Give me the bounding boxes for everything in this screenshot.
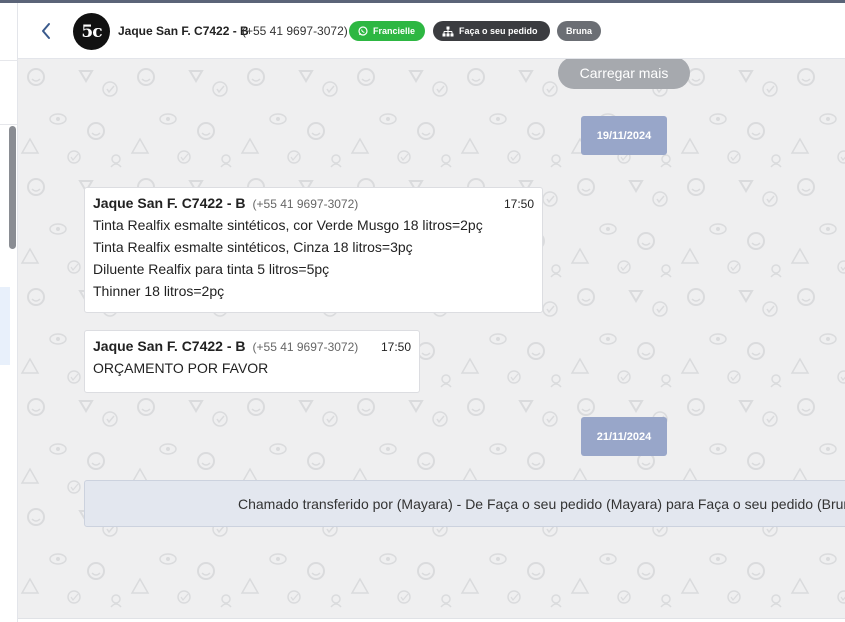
- message-line: Thinner 18 litros=2pç: [93, 283, 225, 299]
- message-line: Tinta Realfix esmalte sintéticos, cor Ve…: [93, 217, 483, 233]
- selected-conversation-highlight[interactable]: [0, 287, 10, 365]
- contact-phone: (+55 41 9697-3072): [242, 24, 348, 38]
- message-line: ORÇAMENTO POR FAVOR: [93, 360, 269, 376]
- tag-label: Bruna: [565, 26, 592, 36]
- divider: [0, 124, 18, 125]
- message-sender-phone: (+55 41 9697-3072): [252, 197, 359, 211]
- message-sender: Jaque San F. C7422 - B: [93, 195, 246, 211]
- chevron-left-icon: [42, 23, 50, 39]
- message-bubble[interactable]: Jaque San F. C7422 - B (+55 41 9697-3072…: [84, 187, 543, 313]
- back-button[interactable]: [36, 20, 56, 42]
- chat-header: 5c Jaque San F. C7422 - B (+55 41 9697-3…: [18, 3, 845, 59]
- message-sender: Jaque San F. C7422 - B: [93, 338, 246, 354]
- agent-tag-francielle[interactable]: Francielle: [349, 21, 425, 41]
- system-message-transfer: Chamado transferido por (Mayara) - De Fa…: [84, 480, 845, 527]
- list-scrollbar[interactable]: [9, 126, 16, 249]
- avatar[interactable]: 5c: [73, 13, 110, 50]
- department-tag[interactable]: Faça o seu pedido: [433, 21, 550, 41]
- tag-label: Francielle: [373, 26, 416, 36]
- agent-tag-bruna[interactable]: Bruna: [557, 21, 601, 41]
- message-time: 17:50: [503, 197, 534, 211]
- tag-label: Faça o seu pedido: [459, 26, 538, 36]
- system-message-text: Chamado transferido por (Mayara) - De Fa…: [238, 495, 845, 512]
- whatsapp-icon: [358, 26, 368, 36]
- message-line: Diluente Realfix para tinta 5 litros=5pç: [93, 261, 330, 277]
- message-sender-phone: (+55 41 9697-3072): [252, 340, 359, 354]
- conversation-list-panel: [0, 3, 18, 622]
- chat-area: Carregar mais 19/11/2024 Jaque San F. C7…: [18, 59, 845, 622]
- message-time: 17:50: [380, 340, 411, 354]
- contact-name: Jaque San F. C7422 - B: [118, 24, 249, 38]
- load-more-button[interactable]: Carregar mais: [558, 59, 690, 89]
- divider: [0, 60, 18, 61]
- org-chart-icon: [442, 26, 454, 36]
- date-separator: 21/11/2024: [581, 417, 667, 456]
- message-line: Tinta Realfix esmalte sintéticos, Cinza …: [93, 239, 413, 255]
- chat-footer-edge: [18, 618, 845, 622]
- date-separator: 19/11/2024: [581, 116, 667, 155]
- message-bubble[interactable]: Jaque San F. C7422 - B (+55 41 9697-3072…: [84, 330, 420, 393]
